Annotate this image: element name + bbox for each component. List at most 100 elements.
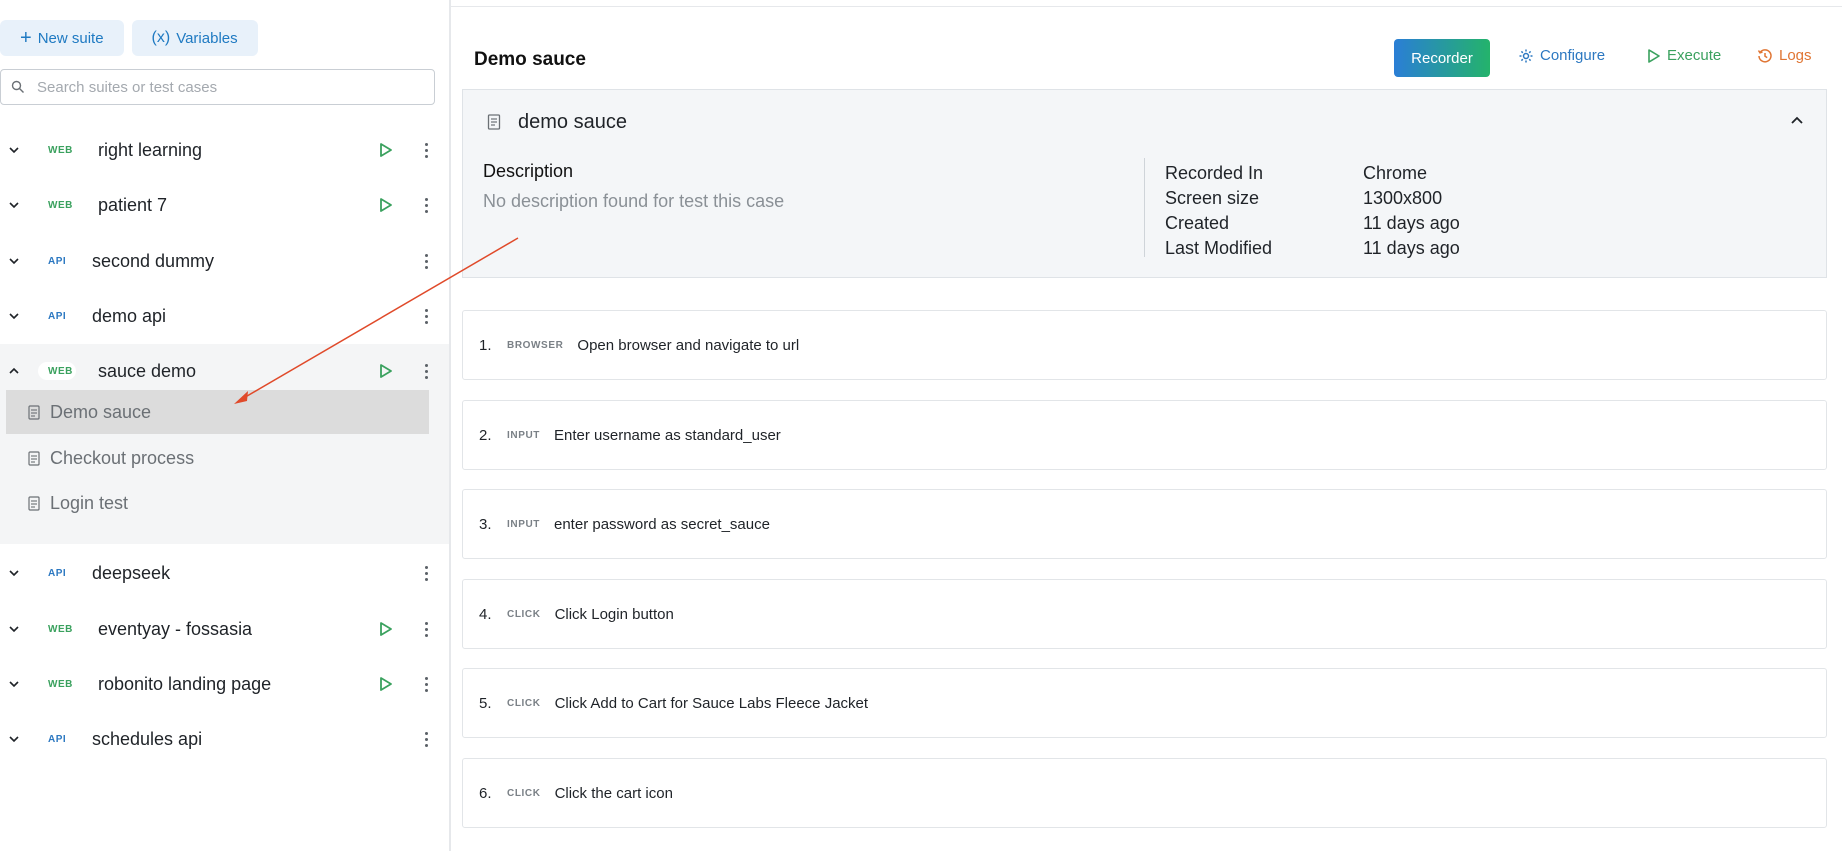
test-step[interactable]: 1. BROWSER Open browser and navigate to ur… xyxy=(462,310,1827,380)
suite-row[interactable]: API schedules api xyxy=(0,714,449,764)
description-text: No description found for test this case xyxy=(483,191,785,211)
meta-value: 1300x800 xyxy=(1363,188,1443,208)
run-suite-icon[interactable] xyxy=(379,621,393,637)
test-case-name: Demo sauce xyxy=(50,401,152,422)
recorder-button[interactable]: Recorder xyxy=(1394,39,1490,77)
suite-type-badge: WEB xyxy=(48,365,73,377)
test-step[interactable]: 4. CLICK Click Login button xyxy=(462,579,1827,649)
step-description: Click Add to Cart for Sauce Labs Fleece … xyxy=(554,694,869,712)
configure-label: Configure xyxy=(1540,47,1606,64)
suite-type-badge: WEB xyxy=(48,623,73,635)
chevron-down-icon[interactable] xyxy=(8,678,20,690)
search-input[interactable] xyxy=(35,77,434,97)
search-box xyxy=(0,69,435,105)
more-options-icon[interactable] xyxy=(423,251,429,272)
chevron-down-icon[interactable] xyxy=(8,733,20,745)
execute-button[interactable]: Execute xyxy=(1647,47,1721,64)
suite-type-badge: API xyxy=(48,567,67,579)
step-type-badge: INPUT xyxy=(507,429,540,441)
step-description: Click the cart icon xyxy=(554,784,673,802)
suite-type-badge: API xyxy=(48,733,67,745)
step-type-badge: INPUT xyxy=(507,518,540,530)
new-suite-label: New suite xyxy=(37,29,104,47)
meta-row: Last Modified 11 days ago xyxy=(1165,236,1460,261)
meta-row: Recorded In Chrome xyxy=(1165,161,1460,186)
test-case-item[interactable]: Login test xyxy=(6,481,429,525)
suite-row[interactable]: WEB right learning xyxy=(0,125,449,175)
logs-button[interactable]: Logs xyxy=(1757,47,1812,64)
meta-value: Chrome xyxy=(1363,163,1428,183)
step-number: 3. xyxy=(479,515,492,533)
test-step[interactable]: 3. INPUT enter password as secret_sauce xyxy=(462,489,1827,559)
suite-row[interactable]: WEB patient 7 xyxy=(0,180,449,230)
test-step[interactable]: 5. CLICK Click Add to Cart for Sauce Labs … xyxy=(462,668,1827,738)
chevron-down-icon[interactable] xyxy=(8,144,20,156)
step-description: Open browser and navigate to url xyxy=(577,336,800,354)
history-icon xyxy=(1757,48,1772,63)
play-icon xyxy=(1648,48,1660,63)
document-icon xyxy=(28,404,40,420)
step-number: 4. xyxy=(479,605,492,623)
step-description: Enter username as standard_user xyxy=(554,426,781,444)
suite-row[interactable]: API deepseek xyxy=(0,548,449,598)
document-icon xyxy=(487,114,501,130)
more-options-icon[interactable] xyxy=(423,563,429,584)
chevron-down-icon[interactable] xyxy=(8,623,20,635)
variables-button[interactable]: (x) Variables xyxy=(131,20,258,56)
test-case-info-card: demo sauce Description No description fo… xyxy=(462,89,1827,278)
step-type-badge: CLICK xyxy=(507,787,541,799)
run-suite-icon[interactable] xyxy=(379,363,393,379)
chevron-up-icon[interactable] xyxy=(1790,115,1804,125)
chevron-down-icon[interactable] xyxy=(8,199,20,211)
more-options-icon[interactable] xyxy=(423,361,429,382)
more-options-icon[interactable] xyxy=(423,619,429,640)
configure-button[interactable]: Configure xyxy=(1518,47,1605,64)
meta-key: Recorded In xyxy=(1165,163,1264,183)
suite-row[interactable]: WEB eventyay - fossasia xyxy=(0,604,449,654)
chevron-up-icon[interactable] xyxy=(8,365,20,377)
run-suite-icon[interactable] xyxy=(379,676,393,692)
page-title: Demo sauce xyxy=(474,49,586,70)
new-suite-button[interactable]: + New suite xyxy=(0,20,124,56)
suite-type-badge: WEB xyxy=(48,678,73,690)
search-icon xyxy=(11,80,24,93)
test-case-item[interactable]: Demo sauce xyxy=(6,390,429,434)
step-number: 2. xyxy=(479,426,492,444)
test-case-item[interactable]: Checkout process xyxy=(6,436,429,480)
chevron-down-icon[interactable] xyxy=(8,310,20,322)
step-description: Click Login button xyxy=(554,605,674,623)
more-options-icon[interactable] xyxy=(423,195,429,216)
meta-row: Created 11 days ago xyxy=(1165,211,1460,236)
test-step[interactable]: 2. INPUT Enter username as standard_user xyxy=(462,400,1827,470)
suite-row[interactable]: API second dummy xyxy=(0,236,449,286)
suite-name: sauce demo xyxy=(98,360,197,381)
more-options-icon[interactable] xyxy=(423,306,429,327)
execute-label: Execute xyxy=(1667,47,1722,64)
meta-value: 11 days ago xyxy=(1363,213,1460,233)
top-divider xyxy=(451,6,1842,7)
suite-row[interactable]: API demo api xyxy=(0,291,449,341)
more-options-icon[interactable] xyxy=(423,674,429,695)
run-suite-icon[interactable] xyxy=(379,197,393,213)
chevron-down-icon[interactable] xyxy=(8,567,20,579)
meta-key: Last Modified xyxy=(1165,238,1273,258)
suite-name: deepseek xyxy=(92,562,171,583)
run-suite-icon[interactable] xyxy=(379,142,393,158)
step-number: 5. xyxy=(479,694,492,712)
suite-row[interactable]: WEB sauce demo xyxy=(0,346,449,396)
suite-row[interactable]: WEB robonito landing page xyxy=(0,659,449,709)
more-options-icon[interactable] xyxy=(423,140,429,161)
more-options-icon[interactable] xyxy=(423,729,429,750)
suite-type-badge: WEB xyxy=(48,144,73,156)
suite-type-badge: API xyxy=(48,310,67,322)
test-step[interactable]: 6. CLICK Click the cart icon xyxy=(462,758,1827,828)
document-icon xyxy=(28,495,40,511)
step-type-badge: CLICK xyxy=(507,608,541,620)
card-title: demo sauce xyxy=(518,111,627,133)
suite-type-badge: API xyxy=(48,255,67,267)
meta-key: Screen size xyxy=(1165,188,1260,208)
chevron-down-icon[interactable] xyxy=(8,255,20,267)
info-divider xyxy=(1144,158,1145,257)
plus-icon: + xyxy=(20,27,32,49)
variables-label: Variables xyxy=(176,29,238,47)
